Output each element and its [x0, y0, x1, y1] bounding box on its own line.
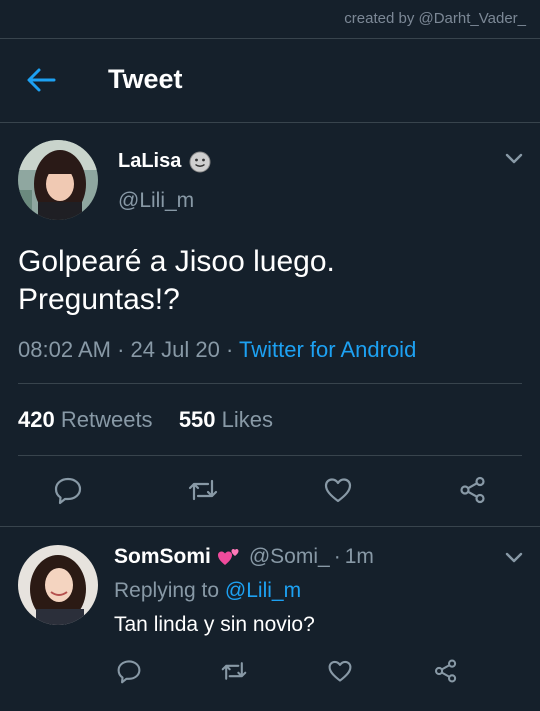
reply-author-name[interactable]: SomSomi: [114, 545, 211, 569]
reply-text: Tan linda y sin novio?: [114, 613, 315, 636]
retweet-count[interactable]: 420: [18, 407, 55, 432]
reply-header: SomSomi @Somi_ · 1m: [114, 545, 374, 569]
replying-to-mention[interactable]: @Lili_m: [225, 579, 301, 602]
creator-credit: created by @Darht_Vader_: [344, 10, 526, 27]
chevron-down-icon[interactable]: [504, 551, 524, 565]
tweet-action-bar: [0, 475, 540, 507]
arrow-left-icon[interactable]: [26, 67, 56, 93]
chevron-down-icon[interactable]: [504, 152, 524, 166]
reply-age: 1m: [344, 545, 374, 568]
meta-separator: ·: [117, 337, 125, 362]
tweet-text-line: Golpearé a Jisoo luego.: [18, 245, 335, 278]
heart-icon[interactable]: [327, 658, 353, 684]
tweet-text: Golpearé a Jisoo luego. Preguntas!?: [18, 243, 518, 319]
author-name-text: LaLisa: [118, 150, 182, 172]
divider: [18, 383, 522, 384]
replying-to-prefix: Replying to: [114, 579, 220, 602]
meta-separator: ·: [225, 337, 234, 362]
reply-author-handle[interactable]: @Somi_: [249, 545, 330, 569]
retweet-icon[interactable]: [221, 658, 247, 684]
tweet-meta: 08:02 AM · 24 Jul 20 · Twitter for Andro…: [18, 337, 416, 363]
retweet-label[interactable]: Retweets: [61, 407, 153, 432]
avatar-image: [18, 140, 98, 220]
tweet-time: 08:02 AM: [18, 337, 111, 362]
divider: [18, 455, 522, 456]
comment-icon[interactable]: [116, 658, 142, 684]
share-icon[interactable]: [458, 475, 488, 505]
meta-separator: ·: [333, 545, 341, 568]
tweet-date: 24 Jul 20: [130, 337, 220, 362]
like-label[interactable]: Likes: [222, 407, 273, 432]
author-handle[interactable]: @Lili_m: [118, 189, 194, 213]
like-count[interactable]: 550: [179, 407, 216, 432]
comment-icon[interactable]: [53, 475, 83, 505]
heart-icon[interactable]: [323, 475, 353, 505]
app-header: Tweet: [0, 39, 540, 123]
replying-to: Replying to @Lili_m: [114, 579, 301, 603]
reply-avatar[interactable]: [18, 545, 98, 625]
author-name[interactable]: LaLisa: [118, 150, 211, 173]
tweet-text-line: Preguntas!?: [18, 283, 180, 316]
avatar[interactable]: [18, 140, 98, 220]
retweet-icon[interactable]: [188, 475, 218, 505]
tweet-stats: 420 Retweets 550 Likes: [18, 407, 273, 433]
smirk-emoji-icon: [189, 151, 211, 172]
reply-action-bar: [0, 658, 540, 686]
reply-avatar-image: [18, 545, 98, 625]
share-icon[interactable]: [433, 658, 459, 684]
page-title: Tweet: [108, 64, 183, 94]
tweet-source-link[interactable]: Twitter for Android: [239, 337, 416, 362]
divider: [0, 526, 540, 527]
two-hearts-emoji-icon: [217, 549, 239, 565]
